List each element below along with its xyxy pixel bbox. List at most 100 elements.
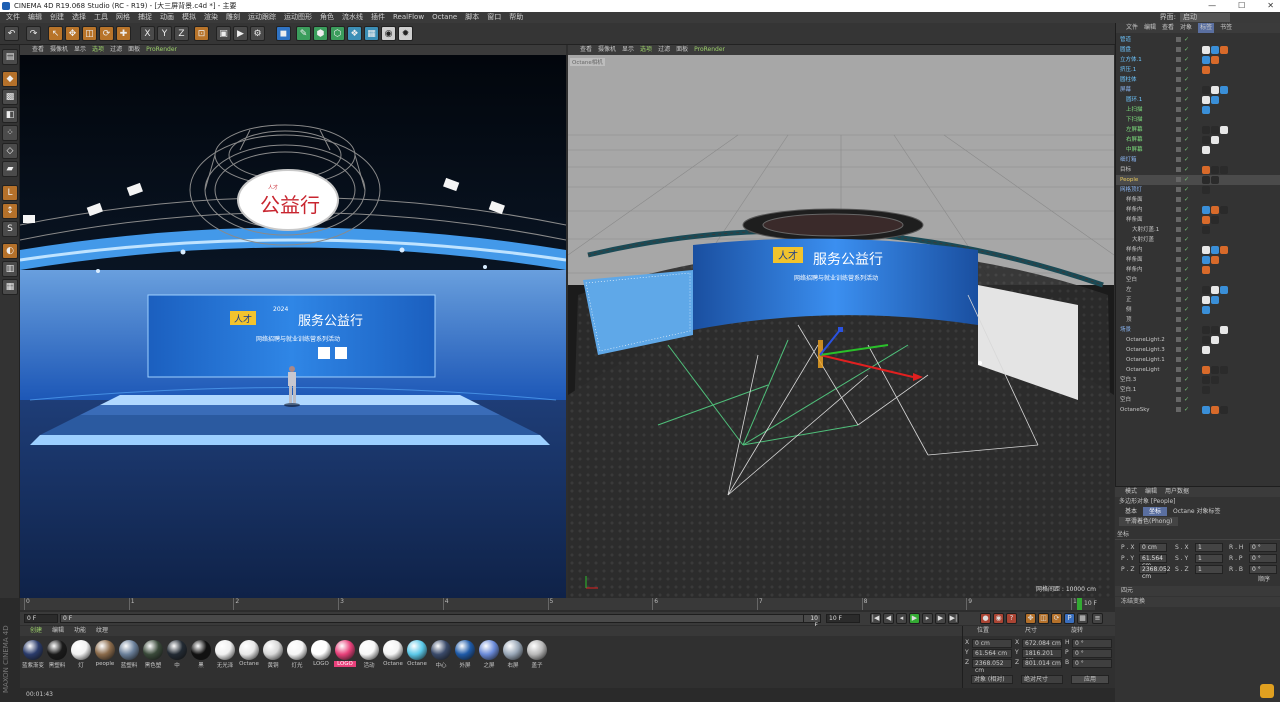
visibility-toggle[interactable]	[1176, 237, 1181, 242]
enable-check-icon[interactable]: ✓	[1184, 187, 1190, 193]
visibility-toggle[interactable]	[1176, 367, 1181, 372]
material-tag-icon[interactable]	[1202, 86, 1210, 94]
material-swatch[interactable]: 黑色塑	[142, 640, 164, 669]
visibility-toggle[interactable]	[1176, 357, 1181, 362]
viewport_left-menu-4[interactable]: 过滤	[110, 45, 122, 55]
coord-value-field[interactable]: 61.564 cm	[972, 649, 1012, 658]
enable-check-icon[interactable]: ✓	[1184, 357, 1190, 363]
object-row[interactable]: 样条内 ✓	[1116, 265, 1280, 275]
material-swatch[interactable]: 蓝塑料	[118, 640, 140, 669]
enable-check-icon[interactable]: ✓	[1184, 127, 1190, 133]
visibility-toggle[interactable]	[1176, 227, 1181, 232]
enable-check-icon[interactable]: ✓	[1184, 317, 1190, 323]
attribute-value-field[interactable]: 0 °	[1249, 565, 1277, 574]
object-menu-5[interactable]: 书签	[1220, 23, 1232, 33]
enable-check-icon[interactable]: ✓	[1184, 87, 1190, 93]
coord-value-field[interactable]: 1816.201 cm	[1022, 649, 1062, 664]
menu-item-20[interactable]: 帮助	[505, 12, 527, 23]
material-swatch[interactable]: Octane	[406, 640, 428, 667]
menu-item-0[interactable]: 文件	[2, 12, 24, 23]
menu-item-12[interactable]: 运动图形	[280, 12, 316, 23]
workplane-icon[interactable]: ◧	[2, 107, 18, 123]
enable-check-icon[interactable]: ✓	[1184, 247, 1190, 253]
enable-check-icon[interactable]: ✓	[1184, 197, 1190, 203]
material-tag-icon[interactable]	[1220, 406, 1228, 414]
phong-tab[interactable]: 平滑着色(Phong)	[1119, 517, 1179, 526]
autokey-icon[interactable]: ◉	[993, 613, 1004, 624]
redo-icon[interactable]: ↷	[26, 26, 41, 41]
visibility-toggle[interactable]	[1176, 197, 1181, 202]
menu-item-7[interactable]: 动画	[156, 12, 178, 23]
material-tag-icon[interactable]	[1202, 366, 1210, 374]
x-axis-icon[interactable]: X	[140, 26, 155, 41]
enable-check-icon[interactable]: ✓	[1184, 327, 1190, 333]
visibility-toggle[interactable]	[1176, 167, 1181, 172]
cube-icon[interactable]: ◼	[276, 26, 291, 41]
object-row[interactable]: 样条内 ✓	[1116, 205, 1280, 215]
visibility-toggle[interactable]	[1176, 317, 1181, 322]
coord-value-field[interactable]: 0 cm	[972, 639, 1012, 648]
spline-pen-icon[interactable]: ✎	[296, 26, 311, 41]
visibility-toggle[interactable]	[1176, 157, 1181, 162]
object-row[interactable]: People ✓	[1116, 175, 1280, 185]
material-tag-icon[interactable]	[1202, 346, 1210, 354]
attribute-section-0[interactable]: 四元	[1115, 586, 1280, 596]
enable-check-icon[interactable]: ✓	[1184, 347, 1190, 353]
attribute-menu-0[interactable]: 模式	[1125, 487, 1137, 497]
material-tag-icon[interactable]	[1220, 166, 1228, 174]
visibility-toggle[interactable]	[1176, 77, 1181, 82]
object-row[interactable]: 样条面 ✓	[1116, 255, 1280, 265]
menu-item-13[interactable]: 角色	[316, 12, 338, 23]
visibility-toggle[interactable]	[1176, 387, 1181, 392]
material-tag-icon[interactable]	[1202, 256, 1210, 264]
visibility-toggle[interactable]	[1176, 297, 1181, 302]
attribute-value-field[interactable]: 1	[1195, 554, 1223, 563]
perspective-viewport-render[interactable]: 查看 摄像机 显示 选项 过滤 面板 ProRender 人才 2024 服务公益行 网络招…	[19, 45, 567, 598]
enable-check-icon[interactable]: ✓	[1184, 397, 1190, 403]
menu-item-10[interactable]: 雕刻	[222, 12, 244, 23]
material-swatch[interactable]: 黑	[190, 640, 212, 669]
next-key-icon[interactable]: ▶	[935, 613, 946, 624]
attribute-menu-2[interactable]: 用户数据	[1165, 487, 1189, 497]
viewport_right-menu-1[interactable]: 摄像机	[598, 45, 616, 55]
add-icon[interactable]: ✚	[116, 26, 131, 41]
enable-check-icon[interactable]: ✓	[1184, 157, 1190, 163]
attribute-tab-0[interactable]: 基本	[1119, 507, 1143, 516]
object-row[interactable]: 空白 ✓	[1116, 395, 1280, 405]
object-row[interactable]: 细灯箱 ✓	[1116, 155, 1280, 165]
material-tag-icon[interactable]	[1211, 56, 1219, 64]
material-tag-icon[interactable]	[1202, 146, 1210, 154]
material-swatch[interactable]: 中心	[430, 640, 452, 669]
material-tag-icon[interactable]	[1202, 126, 1210, 134]
snap-icon[interactable]: S	[2, 221, 18, 237]
material-tag-icon[interactable]	[1202, 296, 1210, 304]
object-row[interactable]: 管道 ✓	[1116, 35, 1280, 45]
material-tag-icon[interactable]	[1211, 296, 1219, 304]
object-row[interactable]: 空白.1 ✓	[1116, 385, 1280, 395]
object-row[interactable]: 侧 ✓	[1116, 305, 1280, 315]
key-scale-icon[interactable]: ◫	[1038, 613, 1049, 624]
visibility-toggle[interactable]	[1176, 257, 1181, 262]
material-tag-icon[interactable]	[1211, 256, 1219, 264]
menu-item-11[interactable]: 运动跟踪	[244, 12, 280, 23]
material-tag-icon[interactable]	[1202, 46, 1210, 54]
viewport_left-menu-5[interactable]: 面板	[128, 45, 140, 55]
material-tag-icon[interactable]	[1202, 206, 1210, 214]
menu-item-17[interactable]: Octane	[428, 12, 461, 23]
visibility-toggle[interactable]	[1176, 337, 1181, 342]
enable-check-icon[interactable]: ✓	[1184, 77, 1190, 83]
material-tag-icon[interactable]	[1202, 56, 1210, 64]
coord-value-field[interactable]: 0 °	[1072, 659, 1112, 668]
move-icon[interactable]: ✥	[65, 26, 80, 41]
material-tag-icon[interactable]	[1211, 46, 1219, 54]
material-swatch[interactable]: 盖子	[526, 640, 548, 669]
material-tag-icon[interactable]	[1211, 86, 1219, 94]
prev-frame-icon[interactable]: ◂	[896, 613, 907, 624]
material-tag-icon[interactable]	[1220, 46, 1228, 54]
make-editable-icon[interactable]: ▤	[2, 49, 18, 65]
menu-item-18[interactable]: 脚本	[461, 12, 483, 23]
material-tag-icon[interactable]	[1220, 326, 1228, 334]
enable-check-icon[interactable]: ✓	[1184, 37, 1190, 43]
key-position-icon[interactable]: ✥	[1025, 613, 1036, 624]
visibility-toggle[interactable]	[1176, 67, 1181, 72]
